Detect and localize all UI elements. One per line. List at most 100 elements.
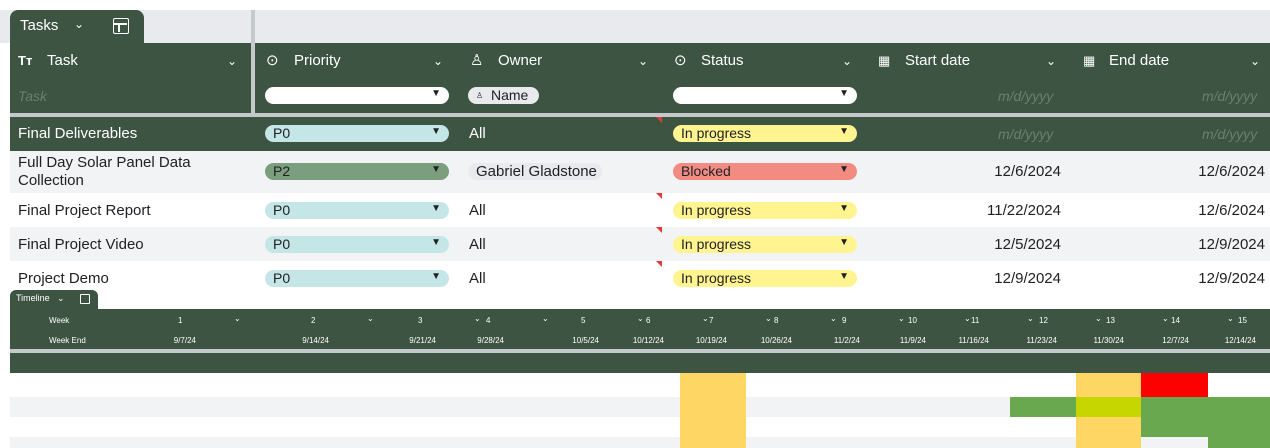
table-row[interactable]: [10, 193, 1270, 227]
owner-filter-chip[interactable]: ♙ Name: [468, 87, 539, 104]
gantt-bar[interactable]: [1141, 417, 1208, 437]
week-number: 6: [646, 316, 651, 325]
column-header-owner[interactable]: Owner: [498, 43, 542, 79]
chevron-down-icon[interactable]: ⌄: [367, 314, 374, 323]
week-end-date: 9/7/24: [173, 336, 196, 345]
calendar-icon: ▦: [1083, 53, 1096, 68]
week-number: 4: [486, 316, 491, 325]
status-select[interactable]: In progress ▼: [673, 202, 857, 219]
end-date-cell[interactable]: 12/6/2024: [1104, 163, 1265, 180]
chevron-down-icon[interactable]: ⌄: [1250, 43, 1260, 79]
owner-cell[interactable]: All: [469, 202, 486, 219]
end-date-cell[interactable]: 12/6/2024: [1104, 202, 1265, 219]
week-number: 15: [1238, 316, 1247, 325]
status-filter-select[interactable]: ▼: [673, 87, 857, 104]
week-number: 8: [774, 316, 779, 325]
table-icon[interactable]: [80, 294, 90, 304]
start-date-cell[interactable]: 12/5/2024: [900, 236, 1061, 253]
comment-flag: [656, 261, 662, 267]
chevron-down-icon[interactable]: ⌄: [474, 314, 481, 323]
chevron-down-icon[interactable]: ⌄: [1046, 43, 1056, 79]
comment-flag: [656, 227, 662, 233]
week-number: 7: [709, 316, 714, 325]
task-cell[interactable]: Project Demo: [18, 270, 109, 287]
owner-cell[interactable]: All: [469, 270, 486, 287]
chevron-down-icon[interactable]: ⌄: [1162, 314, 1169, 323]
gantt-bar-final-deliverables[interactable]: [680, 373, 746, 448]
week-end-date: 9/28/24: [477, 336, 504, 345]
priority-select[interactable]: P0 ▼: [265, 202, 449, 219]
end-date-cell[interactable]: 12/9/2024: [1104, 270, 1265, 287]
start-date-cell[interactable]: 12/6/2024: [900, 163, 1061, 180]
gantt-bar[interactable]: [1141, 397, 1270, 417]
priority-select[interactable]: P2 ▼: [265, 163, 449, 180]
chevron-down-icon[interactable]: ⌄: [842, 43, 852, 79]
chevron-down-icon[interactable]: ⌄: [1095, 314, 1102, 323]
gantt-bar[interactable]: [1010, 397, 1076, 417]
chevron-down-icon[interactable]: ⌄: [702, 314, 709, 323]
week-number: 2: [311, 316, 316, 325]
week-end-date: 11/23/24: [1026, 336, 1057, 345]
chevron-down-icon[interactable]: ⌄: [898, 314, 905, 323]
table-icon[interactable]: [113, 18, 129, 34]
text-type-icon: Tт: [18, 53, 33, 68]
priority-select[interactable]: P0 ▼: [265, 125, 449, 142]
priority-filter-select[interactable]: ▼: [265, 87, 449, 104]
gantt-bar[interactable]: [1076, 373, 1141, 397]
column-header-task[interactable]: Task: [47, 43, 78, 79]
start-date-cell[interactable]: m/d/yyyy: [998, 126, 1053, 142]
gantt-bar[interactable]: [1208, 417, 1270, 448]
column-header-start-date[interactable]: Start date: [905, 43, 970, 79]
chevron-down-icon[interactable]: ⌄: [1227, 314, 1234, 323]
owner-filter-label: Name: [491, 87, 529, 103]
gantt-bar-blocked[interactable]: [1141, 373, 1208, 397]
chevron-down-icon[interactable]: ⌄: [964, 314, 971, 323]
chevron-down-icon[interactable]: ⌄: [830, 314, 837, 323]
start-date-filter-input[interactable]: m/d/yyyy: [998, 88, 1053, 104]
week-end-date: 10/26/24: [760, 336, 792, 345]
status-select[interactable]: In progress ▼: [673, 270, 857, 287]
chevron-down-icon[interactable]: ⌄: [1027, 314, 1034, 323]
gantt-bar[interactable]: [1076, 397, 1141, 417]
chevron-down-icon[interactable]: ⌄: [234, 314, 241, 323]
priority-select[interactable]: P0 ▼: [265, 270, 449, 287]
chevron-down-icon[interactable]: ⌄: [227, 43, 237, 79]
timeline-group-band: [10, 353, 1270, 373]
week-end-date: 11/2/24: [833, 336, 860, 345]
owner-chip[interactable]: Gabriel Gladstone: [468, 163, 602, 180]
gantt-bar[interactable]: [1076, 417, 1141, 448]
week-end-row-label: Week End: [49, 336, 86, 345]
chevron-down-icon[interactable]: ⌄: [57, 293, 65, 304]
task-cell[interactable]: Final Project Video: [18, 236, 144, 253]
start-date-cell[interactable]: 11/22/2024: [900, 202, 1061, 219]
status-select[interactable]: In progress ▼: [673, 236, 857, 253]
table-row[interactable]: [10, 261, 1270, 290]
task-cell[interactable]: Full Day Solar Panel Data Collection: [18, 154, 238, 190]
end-date-cell[interactable]: 12/9/2024: [1104, 236, 1265, 253]
owner-cell[interactable]: All: [469, 236, 486, 253]
column-header-priority[interactable]: Priority: [294, 43, 341, 79]
status-select[interactable]: Blocked ▼: [673, 163, 857, 180]
end-date-filter-input[interactable]: m/d/yyyy: [1202, 88, 1257, 104]
status-select[interactable]: In progress ▼: [673, 125, 857, 142]
chevron-down-icon[interactable]: ⌄: [765, 314, 772, 323]
timeline-tab-label: Timeline: [16, 293, 50, 303]
column-header-end-date[interactable]: End date: [1109, 43, 1169, 79]
end-date-cell[interactable]: m/d/yyyy: [1202, 126, 1257, 142]
table-row[interactable]: [10, 227, 1270, 261]
dropdown-icon: ⊙: [266, 52, 279, 69]
dropdown-icon: ⊙: [674, 52, 687, 69]
start-date-cell[interactable]: 12/9/2024: [900, 270, 1061, 287]
task-filter-input[interactable]: Task: [18, 88, 47, 104]
table-row-group[interactable]: [10, 117, 1270, 151]
chevron-down-icon[interactable]: ⌄: [637, 314, 644, 323]
chevron-down-icon[interactable]: ⌄: [433, 43, 443, 79]
column-header-status[interactable]: Status: [701, 43, 744, 79]
chevron-down-icon[interactable]: ⌄: [74, 17, 84, 31]
priority-select[interactable]: P0 ▼: [265, 236, 449, 253]
owner-cell[interactable]: All: [469, 125, 486, 142]
task-cell[interactable]: Final Deliverables: [18, 125, 137, 142]
chevron-down-icon[interactable]: ⌄: [638, 43, 648, 79]
task-cell[interactable]: Final Project Report: [18, 202, 151, 219]
chevron-down-icon[interactable]: ⌄: [542, 314, 549, 323]
